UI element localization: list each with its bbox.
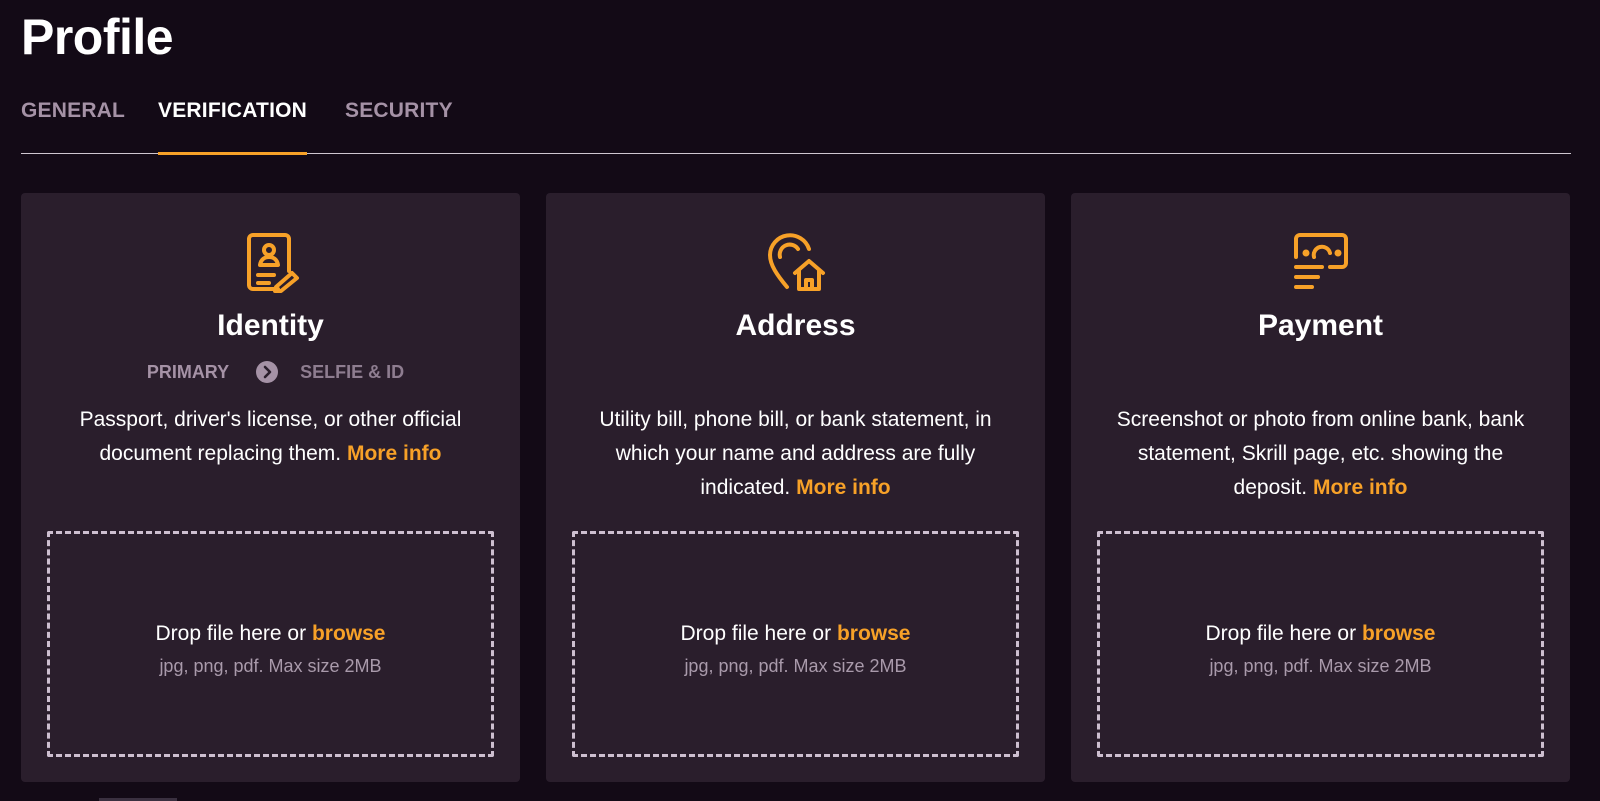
identity-card: Identity PRIMARY SELFIE & ID Passport, d… <box>21 193 520 782</box>
tab-security[interactable]: SECURITY <box>345 92 453 154</box>
address-card: Address Utility bill, phone bill, or ban… <box>546 193 1045 782</box>
tab-general[interactable]: GENERAL <box>21 92 125 154</box>
payment-title: Payment <box>1257 309 1384 342</box>
payment-file-hint: jpg, png, pdf. Max size 2MB <box>1209 656 1432 676</box>
address-dropzone[interactable]: Drop file here or browse jpg, png, pdf. … <box>572 531 1019 757</box>
identity-description: Passport, driver's license, or other off… <box>41 403 500 471</box>
address-more-info-link[interactable]: More info <box>796 476 891 499</box>
identity-drop-text: Drop file here or browse <box>50 620 491 648</box>
identity-title: Identity <box>217 309 324 342</box>
tab-verification[interactable]: VERIFICATION <box>158 92 308 155</box>
payment-browse-link[interactable]: browse <box>1362 622 1436 645</box>
address-browse-link[interactable]: browse <box>837 622 911 645</box>
identity-file-hint: jpg, png, pdf. Max size 2MB <box>159 656 382 676</box>
payment-cash-icon <box>1290 231 1352 293</box>
page-title: Profile <box>21 9 174 65</box>
identity-dropzone[interactable]: Drop file here or browse jpg, png, pdf. … <box>47 531 494 757</box>
chevron-right-icon <box>256 361 279 383</box>
payment-dropzone[interactable]: Drop file here or browse jpg, png, pdf. … <box>1097 531 1544 757</box>
address-drop-text: Drop file here or browse <box>575 620 1016 648</box>
profile-tabs: GENERAL VERIFICATION SECURITY <box>21 92 1571 155</box>
identity-more-info-link[interactable]: More info <box>347 442 442 465</box>
profile-page: Profile GENERAL VERIFICATION SECURITY Id… <box>0 0 1600 801</box>
payment-card: Payment Screenshot or photo from online … <box>1071 193 1570 782</box>
drop-label: Drop file here or <box>155 622 307 645</box>
address-file-hint: jpg, png, pdf. Max size 2MB <box>684 656 907 676</box>
drop-label: Drop file here or <box>680 622 832 645</box>
address-title: Address <box>735 309 856 342</box>
payment-description: Screenshot or photo from online bank, ba… <box>1099 403 1542 505</box>
identity-browse-link[interactable]: browse <box>312 622 386 645</box>
step-primary: PRIMARY <box>146 361 230 382</box>
payment-drop-text: Drop file here or browse <box>1100 620 1541 648</box>
id-document-icon <box>240 231 302 293</box>
identity-steps: PRIMARY SELFIE & ID <box>21 361 520 383</box>
step-selfie-id: SELFIE & ID <box>300 361 405 382</box>
drop-label: Drop file here or <box>1205 622 1357 645</box>
location-home-icon <box>765 231 827 293</box>
address-description: Utility bill, phone bill, or bank statem… <box>574 403 1017 505</box>
payment-more-info-link[interactable]: More info <box>1313 476 1408 499</box>
